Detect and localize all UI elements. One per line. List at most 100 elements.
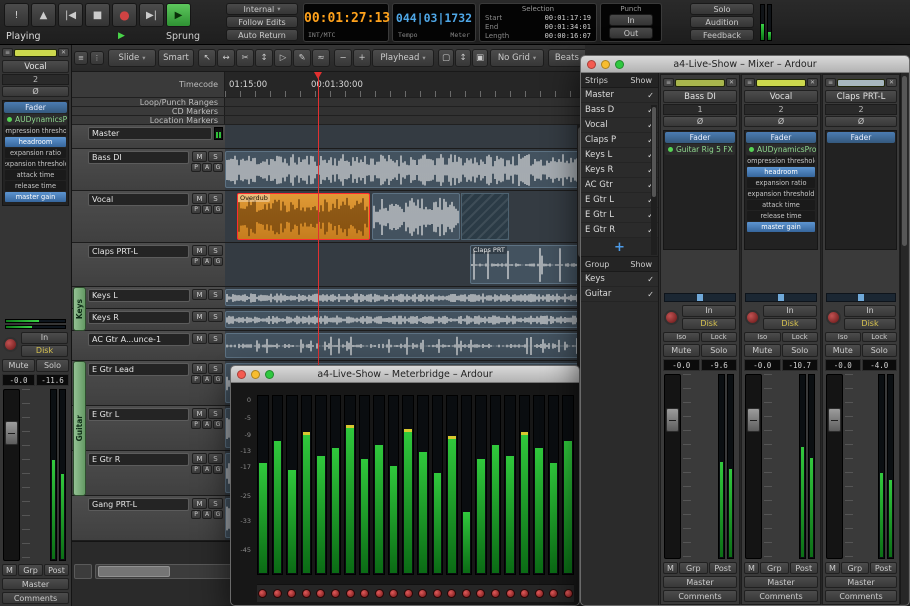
strip-close-icon[interactable]: ✕ [886,78,897,87]
solo-button[interactable]: Solo [36,359,69,372]
track-solo-button[interactable]: S [208,193,223,204]
group-button[interactable]: G [213,420,223,429]
show-checkbox[interactable]: ✓ [647,290,654,299]
group-button[interactable]: Grp [841,562,869,574]
secondary-clock[interactable]: 044|03|1732 Tempo Meter [392,3,476,42]
zoom-expand-button[interactable]: ▣ [472,49,488,67]
fader-thumb[interactable] [5,421,18,445]
processor-box[interactable]: FaderAUDynamicsProcompression thresholdh… [744,130,818,250]
show-checkbox[interactable]: ✓ [647,91,654,100]
track-header[interactable]: VocalMSPAG [72,191,225,243]
gain-display[interactable]: -0.0 [744,359,781,371]
mute-button[interactable]: Mute [663,344,700,357]
processor-box[interactable]: FaderGuitar Rig 5 FX [663,130,737,250]
solo-iso-button[interactable]: Iso [825,332,861,342]
record-arm-button[interactable] [446,589,458,598]
fader-processor[interactable]: Fader [827,132,895,143]
stretch-tool-button[interactable]: ↕ [255,49,273,67]
track-header[interactable]: Master [72,125,225,149]
plugin-control[interactable]: expansion threshold [747,189,815,199]
strip-name-button[interactable]: Claps PRT-L [825,90,897,103]
solo-button[interactable]: Solo [782,344,819,357]
processor-box[interactable]: Fader [825,130,897,250]
track-name-field[interactable]: E Gtr L [88,408,189,421]
strip-menu-button[interactable]: ≡ [663,78,674,87]
fader-processor[interactable]: Fader [4,102,67,113]
fader-processor[interactable]: Fader [746,132,816,143]
strip-name-button[interactable]: Vocal [2,60,69,73]
strip-menu-button[interactable]: ≡ [825,78,836,87]
track-lane[interactable]: Claps PRT [225,243,585,287]
solo-lock-button[interactable]: Lock [701,332,738,342]
track-solo-button[interactable]: S [208,363,223,374]
gain-fader[interactable] [826,374,843,559]
panner[interactable] [664,293,736,302]
strip-close-icon[interactable]: ✕ [58,48,69,57]
output-button[interactable]: Master [744,576,818,588]
plugin-control[interactable]: expansion ratio [5,148,66,158]
strip-list-item[interactable]: Vocal✓ [581,118,658,133]
editor-menu-button[interactable]: ≡ [74,51,88,65]
strip-list-item[interactable]: Claps P✓ [581,133,658,148]
track-solo-button[interactable]: S [208,289,223,300]
error-log-button[interactable]: ! [4,3,29,27]
track-solo-button[interactable]: S [208,311,223,322]
strip-name-button[interactable]: Bass DI [663,90,737,103]
output-button[interactable]: Master [663,576,737,588]
track-mute-button[interactable]: M [192,453,207,464]
track-header[interactable]: Bass DIMSPAG [72,149,225,191]
strip-list-item[interactable]: Bass D✓ [581,103,658,118]
show-checkbox[interactable]: ✓ [647,275,654,284]
zoom-height-button[interactable]: ↕ [455,49,471,67]
record-arm-button[interactable] [519,589,531,598]
minimize-window-button[interactable] [601,60,610,69]
gain-display[interactable]: -0.0 [2,374,35,386]
mute-button[interactable]: Mute [744,344,781,357]
peak-display[interactable]: -11.6 [36,374,69,386]
plugin-control[interactable]: attack time [747,200,815,210]
phase-button[interactable]: Ø [825,116,897,127]
edit-mode-dropdown[interactable]: Slide [108,49,156,67]
track-header[interactable]: E Gtr LeadMSPAG [72,361,225,406]
record-arm-button[interactable] [490,589,502,598]
group-button[interactable]: G [213,465,223,474]
group-button[interactable]: G [213,510,223,519]
record-arm-button[interactable] [461,589,473,598]
track-header[interactable]: E Gtr RMSPAG [72,451,225,496]
summary-corner-button[interactable] [74,564,92,579]
phase-button[interactable]: Ø [663,116,737,127]
plugin-control[interactable]: release time [5,181,66,191]
record-arm-button[interactable] [417,589,429,598]
solo-iso-button[interactable]: Iso [744,332,781,342]
track-name-field[interactable]: Vocal [88,193,189,206]
record-arm-button[interactable] [664,310,679,325]
ruler-label-location-markers[interactable]: Location Markers [72,116,225,124]
phase-button[interactable]: Ø [744,116,818,127]
group-button[interactable]: Grp [679,562,708,574]
playlist-button[interactable]: P [191,257,201,266]
playlist-button[interactable]: P [191,510,201,519]
processor-box[interactable]: Fader AUDynamicsPro compression threshol… [2,100,69,206]
crossfade-region[interactable] [461,193,509,240]
mute-button[interactable]: Mute [825,344,861,357]
track-solo-button[interactable]: S [208,151,223,162]
solo-iso-button[interactable]: Iso [663,332,700,342]
post-button[interactable]: Post [709,562,738,574]
disk-monitor-button[interactable]: Disk [682,318,736,330]
track-mute-button[interactable]: M [192,408,207,419]
track-mute-button[interactable]: M [192,333,207,344]
track-lane[interactable] [225,287,585,309]
gain-fader[interactable] [3,389,20,561]
strip-list-item[interactable]: Keys L✓ [581,148,658,163]
audition-button[interactable]: Audition [690,16,754,28]
playlist-button[interactable]: P [191,420,201,429]
zoom-window-button[interactable] [615,60,624,69]
meterbridge-titlebar[interactable]: a4-Live-Show – Meterbridge – Ardour [231,366,579,383]
object-tool-button[interactable]: ↖ [198,49,216,67]
audition-tool-button[interactable]: ▷ [274,49,292,67]
track-mute-button[interactable]: M [192,363,207,374]
sync-source-button[interactable]: Internal [226,3,298,15]
record-arm-button[interactable] [301,589,313,598]
strip-list-item[interactable]: E Gtr R✓ [581,223,658,238]
record-arm-button[interactable] [562,589,574,598]
